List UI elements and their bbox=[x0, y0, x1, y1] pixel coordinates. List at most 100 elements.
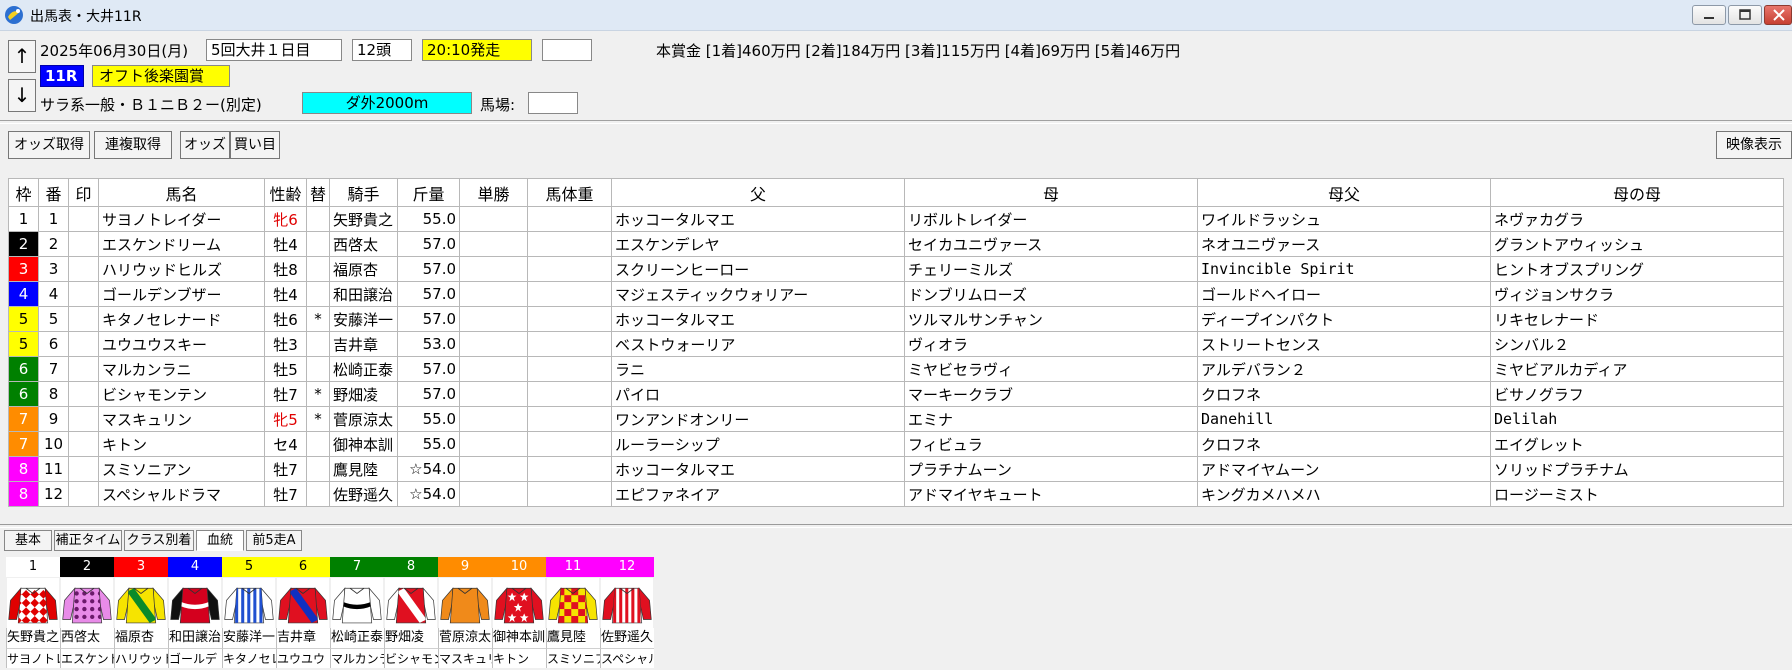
silk-column[interactable]: 3 福原杏ハリウッド bbox=[114, 557, 168, 669]
table-row[interactable]: 4 4 ゴールデンブザー 牡4 和田譲治 57.0 マジェスティックウォリアー ドンブリムロー… bbox=[8, 281, 1785, 307]
table-row[interactable]: 7 9 マスキュリン 牝5 * 菅原涼太 55.0 ワンアンドオンリー エミナ Danehill D… bbox=[8, 406, 1785, 432]
cell-jockey: 矢野貴之 bbox=[329, 206, 399, 232]
column-header[interactable]: 母 bbox=[904, 178, 1199, 207]
cell-change bbox=[305, 481, 331, 507]
silk-column[interactable]: 5 安藤洋一キタノセレ bbox=[222, 557, 276, 669]
table-row[interactable]: 7 10 キトン セ4 御神本訓 55.0 ルーラーシップ フィビュラ クロフネ エイグレット bbox=[8, 431, 1785, 457]
column-header[interactable]: 母の母 bbox=[1490, 178, 1785, 207]
race-number: 11R bbox=[40, 65, 84, 87]
odds-button[interactable]: オッズ bbox=[180, 131, 230, 159]
table-row[interactable]: 3 3 ハリウッドヒルズ 牡8 福原杏 57.0 スクリーンヒーロー チェリーミルズ Invin… bbox=[8, 256, 1785, 282]
subtab[interactable]: 血統 bbox=[196, 530, 244, 551]
baba-field[interactable] bbox=[528, 92, 578, 114]
silk-jockey: 菅原涼太 bbox=[438, 628, 492, 648]
cell-change: * bbox=[305, 381, 331, 407]
cell-waku: 6 bbox=[8, 356, 39, 382]
silk-number: 9 bbox=[438, 557, 492, 577]
minimize-button[interactable] bbox=[1692, 5, 1726, 25]
close-button[interactable] bbox=[1764, 5, 1792, 25]
cell-odds bbox=[459, 431, 529, 457]
odds-fetch-button[interactable]: オッズ取得 bbox=[8, 131, 90, 159]
column-header[interactable]: 斤量 bbox=[397, 178, 461, 207]
jockey-silk-icon bbox=[386, 587, 436, 624]
cell-name: エスケンドリーム bbox=[98, 231, 265, 257]
silk-jockey: 安藤洋一 bbox=[222, 628, 276, 648]
cell-damdam: ビサノグラフ bbox=[1490, 381, 1785, 407]
table-row[interactable]: 1 1 サヨノトレイダー 牝6 矢野貴之 55.0 ホッコータルマエ リボルトレイダー ワイルド… bbox=[8, 206, 1785, 232]
table-row[interactable]: 6 7 マルカンラニ 牡5 松崎正泰 57.0 ラニ ミヤビセラヴィ アルデバラン２ ミヤビアルカ… bbox=[8, 356, 1785, 382]
cell-bw bbox=[527, 381, 613, 407]
renpuku-fetch-button[interactable]: 連複取得 bbox=[94, 131, 172, 159]
column-header[interactable]: 騎手 bbox=[329, 178, 399, 207]
kaime-button[interactable]: 買い目 bbox=[230, 131, 280, 159]
prev-race-button[interactable]: ↑ bbox=[8, 40, 36, 73]
cell-sire: エスケンデレヤ bbox=[611, 231, 906, 257]
table-row[interactable]: 6 8 ビシャモンテン 牡7 * 野畑凌 57.0 パイロ マーキークラブ クロフネ ビサノグラフ bbox=[8, 381, 1785, 407]
cell-sire: マジェスティックウォリアー bbox=[611, 281, 906, 307]
cell-bw bbox=[527, 206, 613, 232]
cell-ban: 12 bbox=[38, 481, 69, 507]
cell-jockey: 野畑凌 bbox=[329, 381, 399, 407]
cell-change bbox=[305, 456, 331, 482]
column-header[interactable]: 父 bbox=[611, 178, 906, 207]
subtab[interactable]: 前5走A bbox=[246, 530, 302, 551]
column-header[interactable]: 単勝 bbox=[459, 178, 529, 207]
column-header[interactable]: 印 bbox=[68, 178, 99, 207]
video-button[interactable]: 映像表示 bbox=[1716, 131, 1792, 159]
silk-column[interactable]: 7 松崎正泰マルカンラ bbox=[330, 557, 384, 669]
next-race-button[interactable]: ↓ bbox=[8, 79, 36, 112]
cell-jockey: 西啓太 bbox=[329, 231, 399, 257]
cell-sire: ルーラーシップ bbox=[611, 431, 906, 457]
course-field: ダ外2000m bbox=[302, 92, 472, 114]
silk-column[interactable]: 10 御神本訓 キトン bbox=[492, 557, 546, 669]
silk-column[interactable]: 2 西啓太エスケンド bbox=[60, 557, 114, 669]
cell-damdam: Delilah bbox=[1490, 406, 1785, 432]
silk-image bbox=[385, 578, 437, 628]
cell-change bbox=[305, 256, 331, 282]
column-header[interactable]: 替 bbox=[305, 178, 331, 207]
silk-horse: スペシャル bbox=[600, 648, 654, 668]
cell-dam: セイカユニヴァース bbox=[904, 231, 1199, 257]
subtab[interactable]: 基本 bbox=[4, 530, 52, 551]
table-row[interactable]: 2 2 エスケンドリーム 牡4 西啓太 57.0 エスケンデレヤ セイカユニヴァース ネオユニヴ… bbox=[8, 231, 1785, 257]
cell-bw bbox=[527, 431, 613, 457]
maximize-button[interactable] bbox=[1728, 5, 1762, 25]
column-header[interactable]: 番 bbox=[38, 178, 69, 207]
cell-ban: 9 bbox=[38, 406, 69, 432]
cell-change: * bbox=[305, 406, 331, 432]
column-header[interactable]: 馬名 bbox=[98, 178, 265, 207]
subtab[interactable]: 補正タイム bbox=[54, 530, 122, 551]
cell-weight: 57.0 bbox=[397, 306, 461, 332]
silk-column[interactable]: 1 矢野貴之サヨノトレ bbox=[6, 557, 60, 669]
cell-sexage: 牝5 bbox=[264, 406, 307, 432]
silk-column[interactable]: 8 野畑凌ビシャモン bbox=[384, 557, 438, 669]
silk-horse: ハリウッド bbox=[114, 648, 168, 668]
silk-column[interactable]: 12 佐野遥久スペシャル bbox=[600, 557, 654, 669]
silk-column[interactable]: 9 菅原涼太マスキュリ bbox=[438, 557, 492, 669]
cell-jockey: 福原杏 bbox=[329, 256, 399, 282]
silk-jockey: 福原杏 bbox=[114, 628, 168, 648]
table-row[interactable]: 5 6 ユウユウスキー 牡3 吉井章 53.0 ベストウォーリア ヴィオラ ストリートセンス シン… bbox=[8, 331, 1785, 357]
cell-odds bbox=[459, 281, 529, 307]
table-row[interactable]: 8 11 スミソニアン 牡7 鷹見陸 ☆54.0 ホッコータルマエ プラチナムーン アドマイヤム… bbox=[8, 456, 1785, 482]
column-header[interactable]: 馬体重 bbox=[527, 178, 613, 207]
silk-image bbox=[547, 578, 599, 628]
cell-dam: リボルトレイダー bbox=[904, 206, 1199, 232]
silk-column[interactable]: 4 和田譲治 ゴールデ bbox=[168, 557, 222, 669]
cell-ban: 11 bbox=[38, 456, 69, 482]
empty-field[interactable] bbox=[542, 39, 592, 61]
silk-horse: ユウユウ bbox=[276, 648, 330, 668]
table-row[interactable]: 8 12 スペシャルドラマ 牡7 佐野遥久 ☆54.0 エピファネイア アドマイヤキュート キン… bbox=[8, 481, 1785, 507]
cell-ban: 2 bbox=[38, 231, 69, 257]
cell-waku: 1 bbox=[8, 206, 39, 232]
table-row[interactable]: 5 5 キタノセレナード 牡6 * 安藤洋一 57.0 ホッコータルマエ ツルマルサンチャン ディ… bbox=[8, 306, 1785, 332]
column-header[interactable]: 性齢 bbox=[264, 178, 307, 207]
silk-horse: ゴールデ bbox=[168, 648, 222, 668]
cell-jockey: 安藤洋一 bbox=[329, 306, 399, 332]
subtab[interactable]: クラス別着 bbox=[124, 530, 194, 551]
silk-column[interactable]: 6 吉井章 ユウユウ bbox=[276, 557, 330, 669]
column-header[interactable]: 母父 bbox=[1197, 178, 1492, 207]
jockey-silk-icon bbox=[332, 587, 382, 624]
column-header[interactable]: 枠 bbox=[8, 178, 39, 207]
silk-column[interactable]: 11 鷹見陸スミソニア bbox=[546, 557, 600, 669]
